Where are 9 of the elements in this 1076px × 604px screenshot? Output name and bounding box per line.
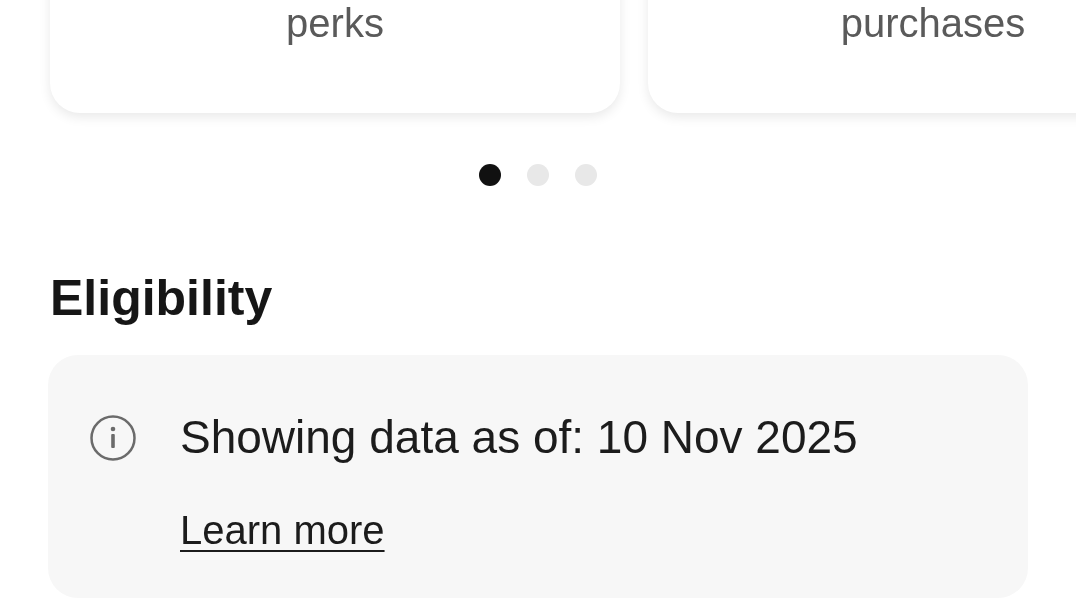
info-icon xyxy=(90,414,136,461)
card-caption: perks xyxy=(286,0,384,46)
learn-more-link[interactable]: Learn more xyxy=(180,506,385,554)
carousel-card[interactable]: purchases xyxy=(648,0,1076,113)
notice-text: Showing data as of: 10 Nov 2025 xyxy=(180,410,858,465)
section-heading: Eligibility xyxy=(50,269,273,328)
card-caption: purchases xyxy=(840,0,1026,46)
page-indicator-dot[interactable] xyxy=(479,164,501,186)
carousel-card[interactable]: perks xyxy=(50,0,620,113)
